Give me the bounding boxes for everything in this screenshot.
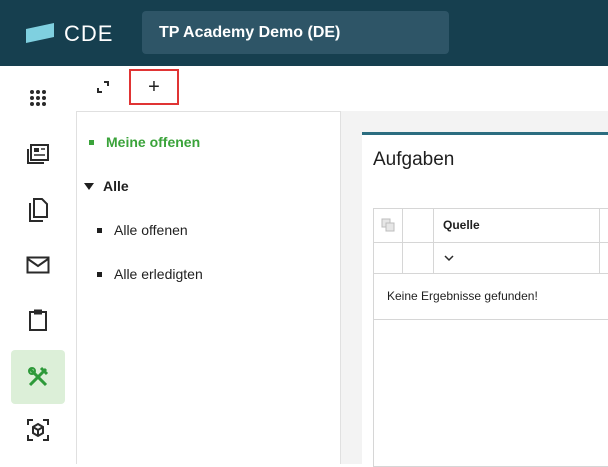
add-button[interactable]: +: [129, 69, 179, 105]
logo-mark-icon: [26, 23, 54, 43]
bullet-icon: [89, 139, 94, 145]
task-filter-tree: Meine offenen Alle Alle offenen Alle erl…: [76, 111, 341, 464]
cde-logo[interactable]: CDE: [26, 19, 122, 47]
tasks-panel: Aufgaben Quelle Keine Ergebnisse gefunde…: [362, 132, 608, 467]
select-all-icon: [381, 218, 395, 232]
sidebar-item-apps[interactable]: [11, 74, 65, 122]
expand-button[interactable]: [90, 69, 116, 105]
tasks-grid: Quelle Keine Ergebnisse gefunden!: [373, 208, 608, 467]
panel-title: Aufgaben: [373, 149, 455, 170]
news-icon: [27, 144, 49, 164]
sidebar: [0, 66, 77, 464]
top-bar: CDE TP Academy Demo (DE): [0, 0, 608, 66]
model-3d-icon: [27, 419, 49, 441]
mail-icon: [26, 256, 50, 274]
toolbar: +: [76, 66, 608, 112]
sidebar-item-news[interactable]: [11, 130, 65, 178]
sidebar-item-documents[interactable]: [11, 186, 65, 234]
empty-message: Keine Ergebnisse gefunden!: [387, 289, 538, 303]
column-header-quelle[interactable]: Quelle: [433, 209, 600, 242]
tree-item-label: Meine offenen: [106, 134, 201, 150]
logo-text: CDE: [64, 21, 114, 46]
tree-item-label: Alle: [103, 178, 129, 194]
bullet-icon: [97, 227, 102, 233]
sidebar-item-mail[interactable]: [11, 241, 65, 289]
chevron-down-icon: [444, 255, 454, 262]
sidebar-item-model[interactable]: [11, 406, 65, 454]
status-column-header[interactable]: [402, 209, 434, 242]
tree-item-alle-erledigten[interactable]: Alle erledigten: [97, 266, 203, 282]
sidebar-item-clipboard[interactable]: [11, 296, 65, 344]
expand-icon: [97, 81, 109, 93]
select-all-column[interactable]: [374, 209, 403, 242]
grid-header-row: Quelle: [374, 209, 608, 243]
tools-icon: [28, 366, 49, 387]
main-content: Aufgaben Quelle Keine Ergebnisse gefunde…: [341, 111, 608, 467]
tree-item-label: Alle erledigten: [114, 266, 203, 282]
tree-item-meine-offenen[interactable]: Meine offenen: [89, 134, 200, 150]
column-header-label: Quelle: [443, 218, 480, 232]
filter-cell: [402, 242, 434, 273]
filter-cell: [374, 242, 403, 273]
quelle-filter[interactable]: [433, 242, 600, 273]
project-selector[interactable]: TP Academy Demo (DE): [142, 11, 449, 54]
tree-item-alle[interactable]: Alle: [84, 178, 129, 194]
caret-down-icon[interactable]: [84, 182, 94, 190]
tree-item-alle-offenen[interactable]: Alle offenen: [97, 222, 188, 238]
bullet-icon: [97, 271, 102, 277]
apps-grid-icon: [30, 90, 46, 106]
documents-icon: [29, 198, 48, 222]
sidebar-item-tools[interactable]: [11, 350, 65, 404]
clipboard-icon: [29, 309, 47, 331]
tree-item-label: Alle offenen: [114, 222, 188, 238]
grid-filter-row: [374, 242, 608, 274]
